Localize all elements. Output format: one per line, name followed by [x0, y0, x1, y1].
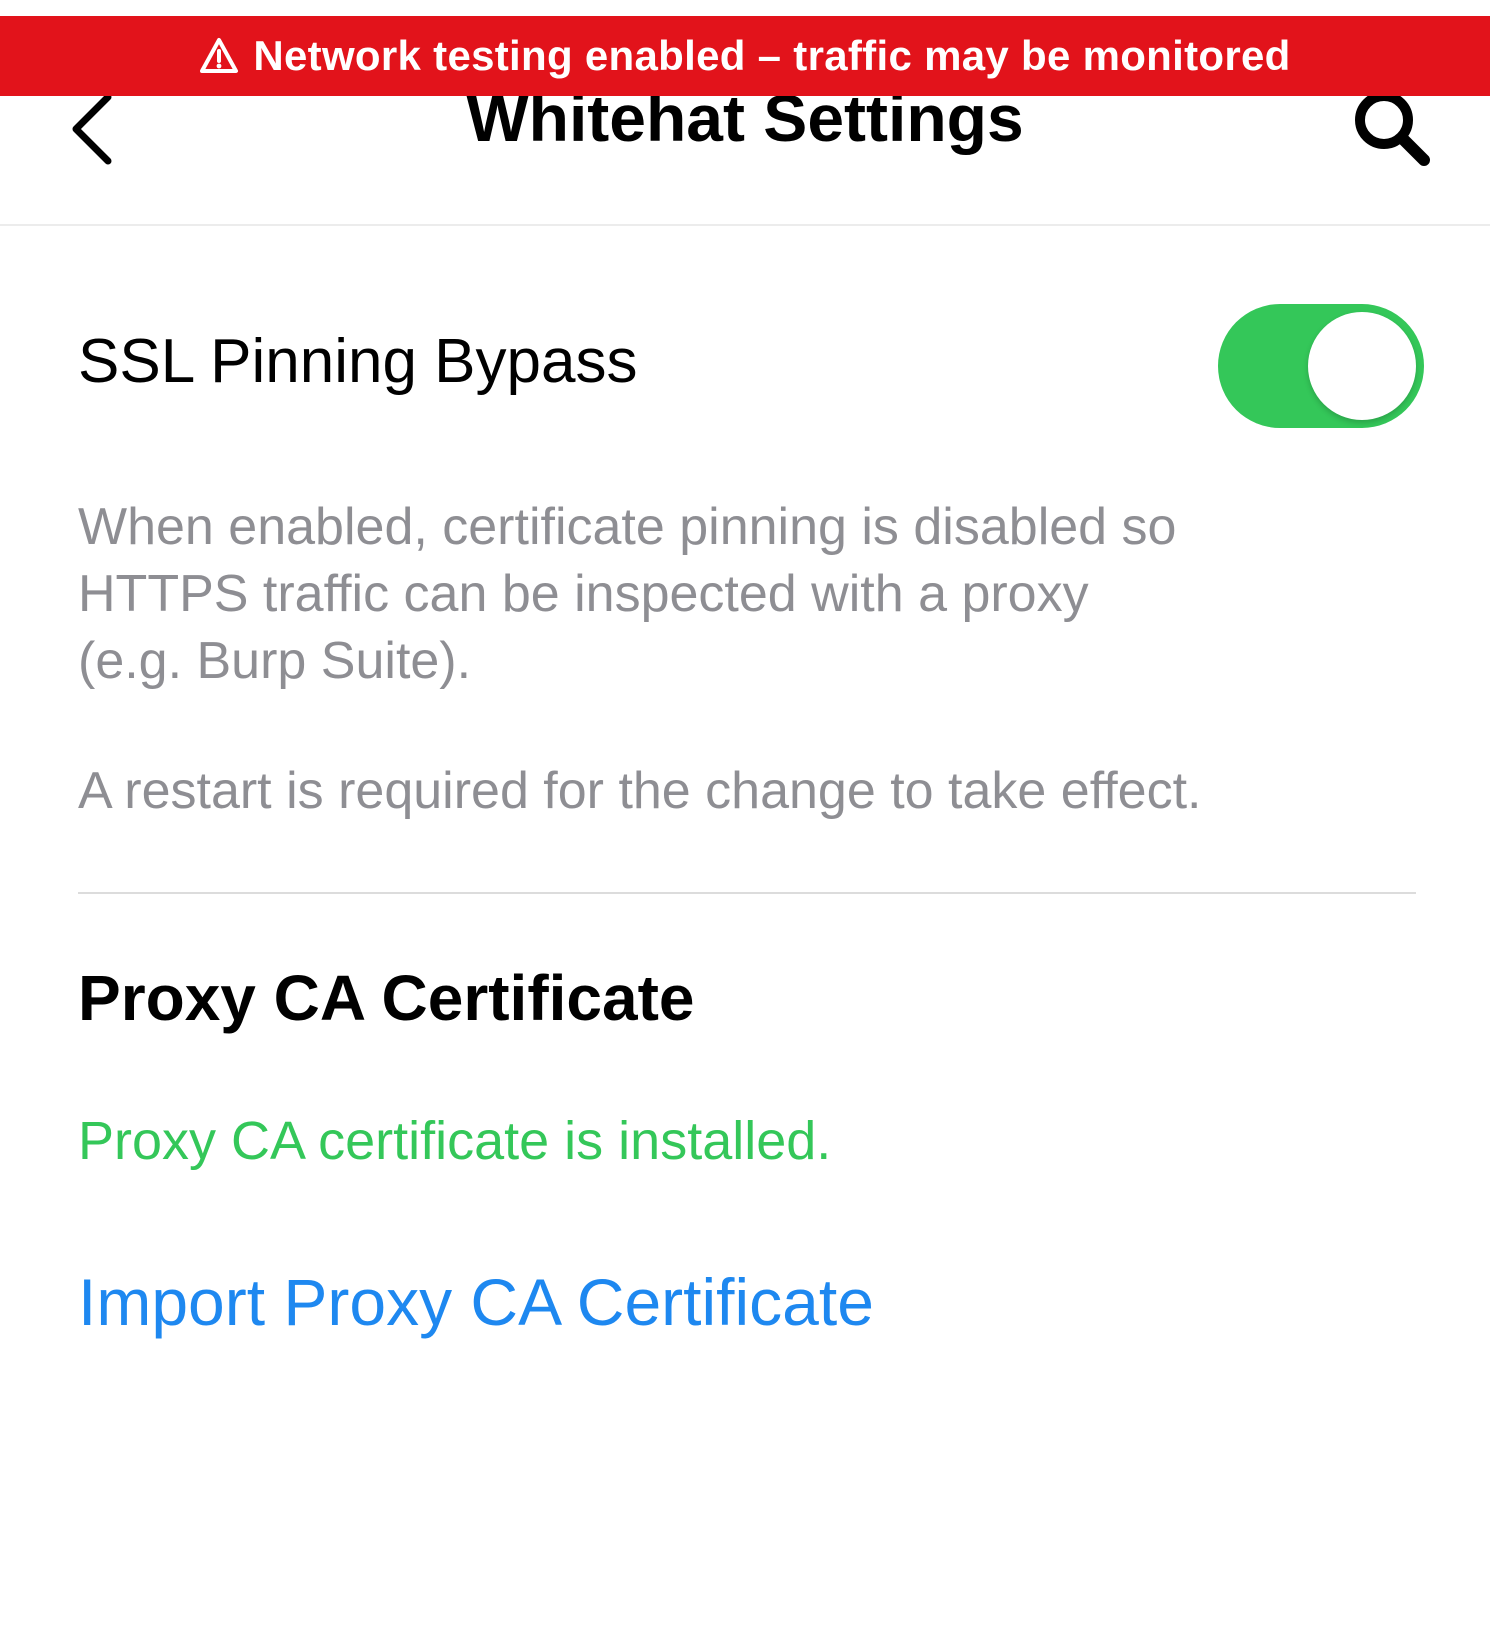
search-icon	[1350, 86, 1434, 175]
description-line: (e.g. Burp Suite).	[78, 632, 472, 690]
ssl-pinning-description: When enabled, certificate pinning is dis…	[78, 494, 1398, 695]
restart-note: A restart is required for the change to …	[78, 762, 1202, 820]
network-warning-banner: Network testing enabled – traffic may be…	[0, 16, 1490, 96]
ssl-pinning-row: SSL Pinning Bypass	[78, 296, 1424, 436]
ssl-pinning-label: SSL Pinning Bypass	[78, 327, 638, 396]
description-line: HTTPS traffic can be inspected with a pr…	[78, 565, 1089, 623]
status-bar-area	[0, 0, 1490, 16]
toggle-knob	[1308, 312, 1416, 420]
warning-triangle-icon	[199, 36, 239, 76]
navigation-bar: Whitehat Settings	[0, 81, 1490, 226]
ssl-pinning-toggle[interactable]	[1218, 304, 1424, 428]
description-line: When enabled, certificate pinning is dis…	[78, 498, 1177, 556]
proxy-ca-section-title: Proxy CA Certificate	[78, 962, 695, 1034]
proxy-ca-status: Proxy CA certificate is installed.	[78, 1111, 832, 1171]
search-button[interactable]	[1346, 84, 1438, 176]
banner-text: Network testing enabled – traffic may be…	[253, 32, 1291, 79]
import-proxy-ca-button[interactable]: Import Proxy CA Certificate	[78, 1260, 874, 1344]
section-divider	[78, 892, 1416, 894]
